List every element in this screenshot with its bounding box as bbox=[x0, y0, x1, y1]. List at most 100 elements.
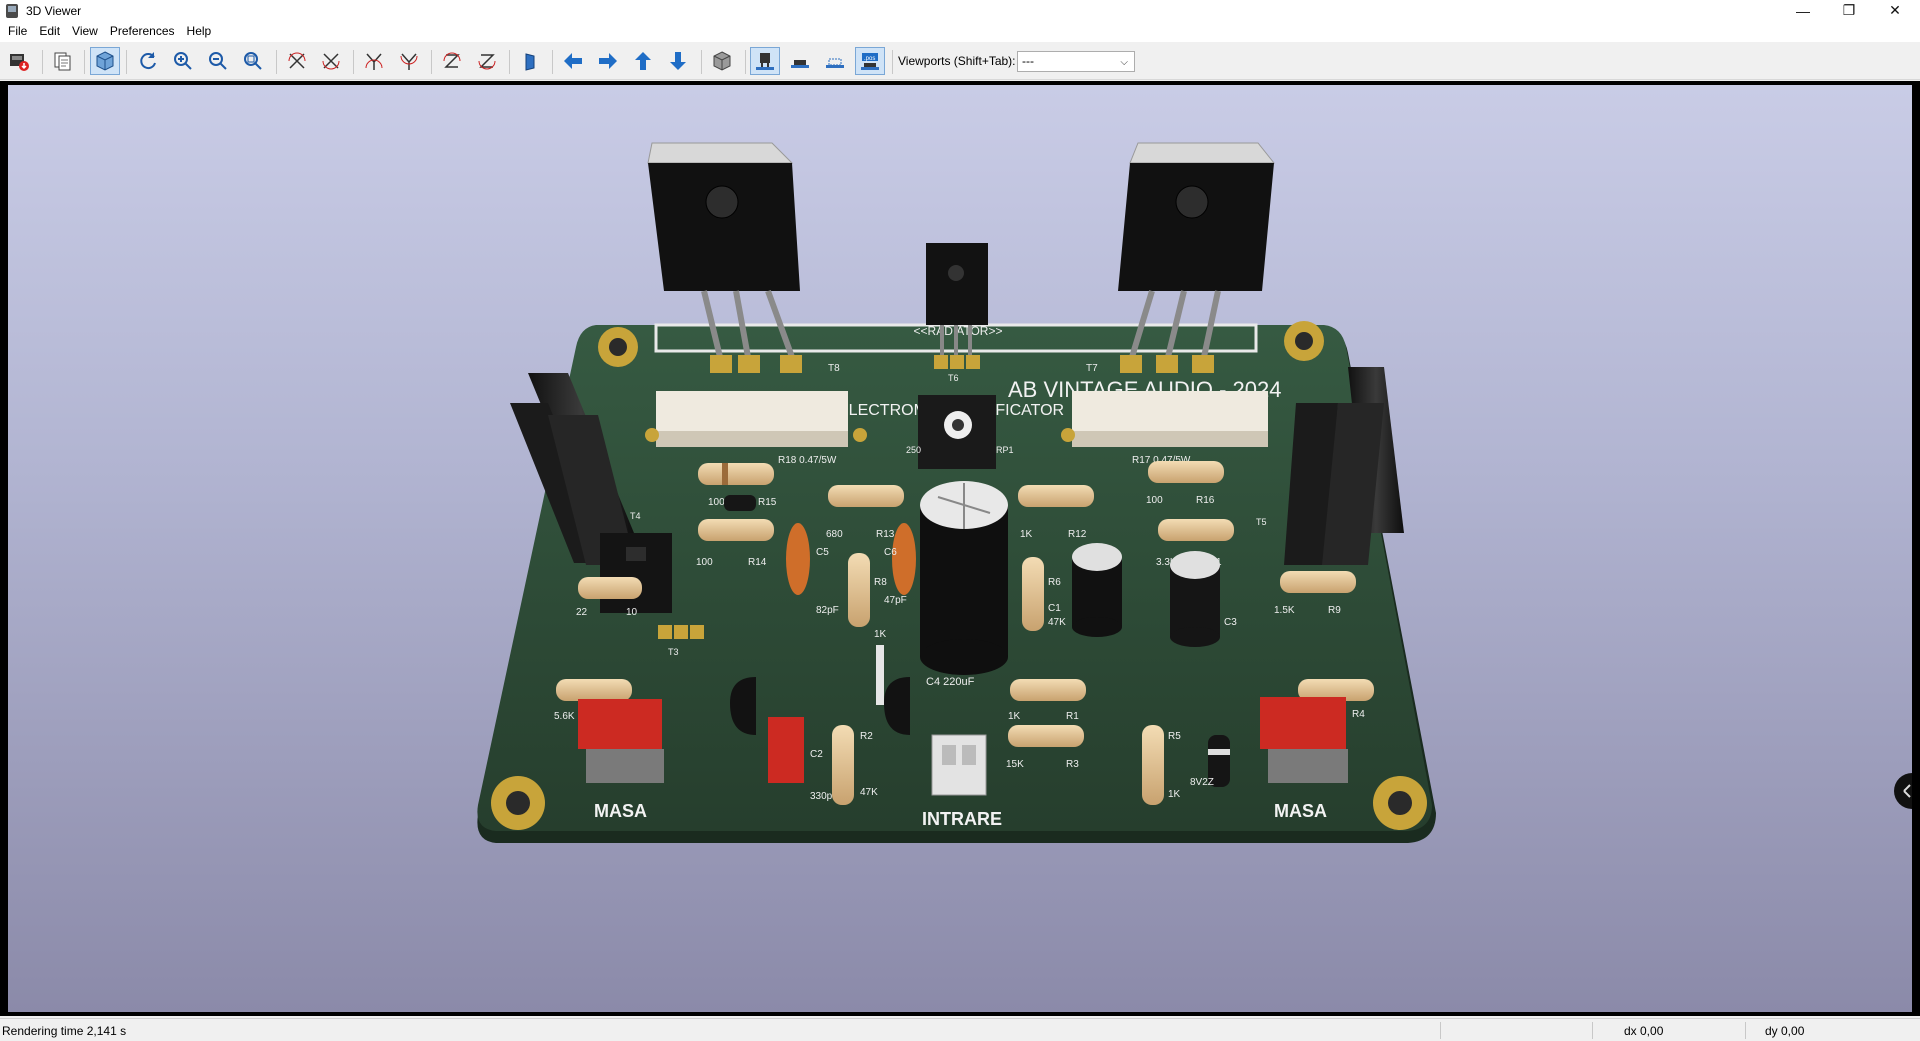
resistor-r1 bbox=[1010, 679, 1086, 701]
rotate-x-ccw-button[interactable] bbox=[316, 47, 346, 75]
label-masa-right: MASA bbox=[1274, 801, 1327, 821]
copy-image-button[interactable] bbox=[48, 47, 78, 75]
label-rp1-value: 250 bbox=[906, 445, 921, 455]
toolbar: .pos Viewports (Shift+Tab): --- ⌵ bbox=[0, 42, 1920, 80]
minimize-button[interactable]: — bbox=[1780, 0, 1826, 21]
copy-icon bbox=[54, 52, 71, 71]
refresh-icon bbox=[140, 52, 156, 70]
label-r12-value: 1K bbox=[1020, 529, 1033, 540]
label-c4: C4 220uF bbox=[926, 676, 975, 688]
label-r3-value: 15K bbox=[1006, 759, 1024, 770]
rotate-y-cw-button[interactable] bbox=[359, 47, 389, 75]
move-right-button[interactable] bbox=[593, 47, 623, 75]
label-t5: T5 bbox=[1256, 517, 1267, 527]
label-r13-value: 680 bbox=[826, 529, 843, 540]
label-r15: R15 bbox=[758, 497, 777, 508]
label-t4: T4 bbox=[630, 511, 641, 521]
label-rp1: RP1 bbox=[996, 445, 1014, 455]
move-down-button[interactable] bbox=[663, 47, 693, 75]
raytracing-toggle[interactable] bbox=[90, 47, 120, 75]
label-r8: R8 bbox=[874, 577, 887, 588]
trimmer-rp1 bbox=[918, 395, 996, 469]
arrow-up-icon bbox=[635, 52, 651, 70]
show-virtual-toggle[interactable] bbox=[820, 47, 850, 75]
label-r22: 22 bbox=[576, 607, 588, 618]
side-panel-handle[interactable] bbox=[1894, 773, 1912, 809]
rotate-x-icon bbox=[322, 53, 340, 70]
resistor-r16 bbox=[1148, 461, 1224, 483]
arrow-left-icon bbox=[564, 53, 582, 69]
menu-help[interactable]: Help bbox=[181, 21, 218, 42]
viewports-label: Viewports (Shift+Tab): bbox=[898, 54, 1016, 68]
rotate-y-ccw-button[interactable] bbox=[394, 47, 424, 75]
status-dx: dx 0,00 bbox=[1624, 1024, 1664, 1038]
label-c2-value: 330p bbox=[810, 791, 833, 802]
rotate-z-ccw-button[interactable] bbox=[472, 47, 502, 75]
arrow-down-icon bbox=[670, 52, 686, 70]
label-r10: 10 bbox=[626, 607, 638, 618]
resistor-r5 bbox=[1142, 725, 1164, 805]
menu-preferences[interactable]: Preferences bbox=[104, 21, 181, 42]
close-button[interactable]: ✕ bbox=[1872, 0, 1918, 21]
3d-canvas[interactable]: <<RADIATOR>> T8 T7 bbox=[8, 85, 1912, 1012]
zoom-in-button[interactable] bbox=[168, 47, 198, 75]
zoom-fit-icon bbox=[244, 52, 262, 70]
label-5-6k: 5.6K bbox=[554, 711, 575, 722]
export-button[interactable] bbox=[4, 47, 34, 75]
relay-left bbox=[578, 699, 664, 783]
label-masa-left: MASA bbox=[594, 801, 647, 821]
rotate-y-icon bbox=[365, 53, 383, 70]
cube-3d-icon bbox=[96, 51, 114, 71]
ortho-view-button[interactable] bbox=[707, 47, 737, 75]
menu-view[interactable]: View bbox=[66, 21, 104, 42]
resistor-r9 bbox=[1280, 571, 1356, 593]
label-r1: R1 bbox=[1066, 711, 1079, 722]
maximize-button[interactable]: ❐ bbox=[1826, 0, 1872, 21]
menu-file[interactable]: File bbox=[2, 21, 33, 42]
label-r4: R4 bbox=[1352, 709, 1365, 720]
menu-edit[interactable]: Edit bbox=[33, 21, 66, 42]
power-resistor-r17 bbox=[1061, 391, 1268, 447]
show-tht-toggle[interactable] bbox=[750, 47, 780, 75]
cube-gray-icon bbox=[713, 51, 731, 71]
zoom-in-icon bbox=[174, 52, 192, 70]
resistor-r11 bbox=[1158, 519, 1234, 541]
capacitor-c2 bbox=[768, 717, 804, 783]
capacitor-c6 bbox=[892, 523, 916, 595]
show-pos-file-toggle[interactable]: .pos bbox=[855, 47, 885, 75]
status-dy: dy 0,00 bbox=[1765, 1024, 1805, 1038]
label-t8: T8 bbox=[828, 363, 840, 374]
chevron-down-icon: ⌵ bbox=[1120, 57, 1128, 68]
pos-file-icon: .pos bbox=[861, 53, 879, 70]
label-t7: T7 bbox=[1086, 363, 1098, 374]
capacitor-c4 bbox=[920, 481, 1008, 675]
rotate-z-cw-button[interactable] bbox=[437, 47, 467, 75]
reload-button[interactable] bbox=[133, 47, 163, 75]
flip-board-button[interactable] bbox=[515, 47, 545, 75]
label-r3: R3 bbox=[1066, 759, 1079, 770]
label-r2: R2 bbox=[860, 731, 873, 742]
resistor-r12 bbox=[1018, 485, 1094, 507]
label-c5: C5 bbox=[816, 547, 829, 558]
move-up-button[interactable] bbox=[628, 47, 658, 75]
resistor-r14 bbox=[698, 519, 774, 541]
resistor-r13 bbox=[828, 485, 904, 507]
arrow-right-icon bbox=[599, 53, 617, 69]
rotate-y-icon bbox=[400, 53, 418, 70]
label-c5-value: 82pF bbox=[816, 605, 839, 616]
capacitor-c1 bbox=[1072, 543, 1122, 637]
zoom-fit-button[interactable] bbox=[238, 47, 268, 75]
move-left-button[interactable] bbox=[558, 47, 588, 75]
rendering-time: Rendering time 2,141 s bbox=[2, 1024, 127, 1038]
label-r14-value: 100 bbox=[696, 557, 713, 568]
resistor-left-lower bbox=[556, 679, 632, 701]
resistor-r3 bbox=[1008, 725, 1084, 747]
rotate-z-icon bbox=[478, 54, 496, 70]
viewports-select[interactable]: --- ⌵ bbox=[1017, 51, 1135, 72]
rotate-x-cw-button[interactable] bbox=[282, 47, 312, 75]
show-smd-toggle[interactable] bbox=[785, 47, 815, 75]
zoom-out-icon bbox=[209, 52, 227, 70]
export-icon bbox=[10, 54, 29, 71]
zoom-out-button[interactable] bbox=[203, 47, 233, 75]
viewports-value: --- bbox=[1022, 54, 1034, 68]
